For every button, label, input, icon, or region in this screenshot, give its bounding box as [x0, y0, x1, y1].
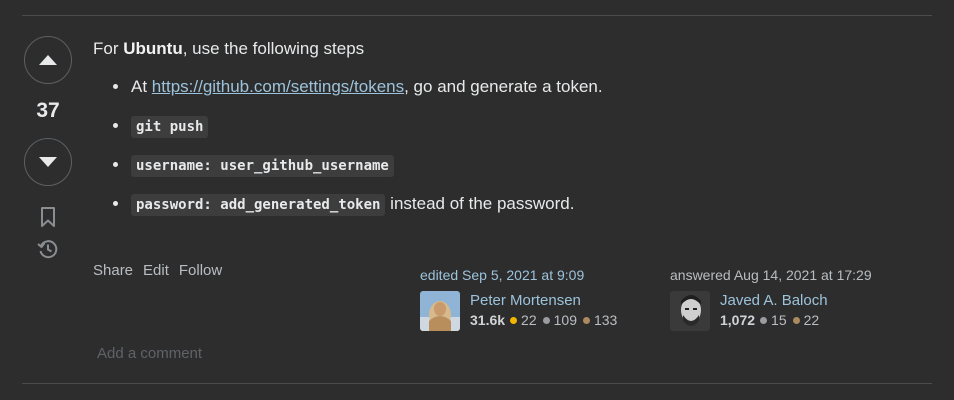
bronze-badge-icon [792, 316, 800, 324]
author-avatar-image [670, 291, 710, 331]
intro-prefix: For [93, 39, 124, 58]
post-menu: Share Edit Follow [93, 262, 222, 279]
reputation-score: 31.6k [470, 312, 506, 328]
top-divider [22, 15, 932, 16]
tokens-link[interactable]: https://github.com/settings/tokens [152, 77, 404, 96]
share-link[interactable]: Share [93, 262, 133, 279]
triangle-up-icon [39, 55, 57, 65]
bronze-badge: 22 [792, 312, 820, 328]
avatar[interactable] [420, 291, 460, 331]
step4-suffix: instead of the password. [385, 194, 575, 213]
list-item: username: user_github_username [130, 153, 923, 177]
intro-bold: Ubuntu [123, 39, 183, 58]
author-info: Javed A. Baloch 1,072 15 22 [670, 291, 872, 331]
editor-stats: 31.6k 22 109 133 [470, 312, 623, 328]
follow-link[interactable]: Follow [179, 262, 222, 279]
silver-badge-count: 109 [553, 312, 577, 328]
editor-details: Peter Mortensen 31.6k 22 109 133 [470, 291, 623, 328]
step1-prefix: At [131, 77, 152, 96]
silver-badge: 109 [542, 312, 577, 328]
bookmark-icon [41, 207, 55, 227]
code-username: username: user_github_username [131, 155, 394, 177]
triangle-down-icon [39, 157, 57, 167]
bronze-badge-count: 22 [803, 312, 820, 328]
answer-container: 37 For Ubuntu, use the following steps A… [0, 0, 954, 400]
steps-list: At https://github.com/settings/tokens, g… [93, 75, 923, 216]
silver-badge-count: 15 [771, 312, 787, 328]
editor-name[interactable]: Peter Mortensen [470, 291, 623, 311]
history-button[interactable] [37, 238, 59, 260]
reputation-score: 1,072 [720, 312, 756, 328]
bronze-badge-icon [582, 316, 590, 324]
answer-body: For Ubuntu, use the following steps At h… [93, 38, 923, 231]
list-item: At https://github.com/settings/tokens, g… [130, 75, 923, 98]
author-signature: answered Aug 14, 2021 at 17:29 Javed A. … [670, 265, 872, 331]
author-stats: 1,072 15 22 [720, 312, 828, 328]
editor-info: Peter Mortensen 31.6k 22 109 133 [420, 291, 623, 331]
add-comment-link[interactable]: Add a comment [97, 345, 202, 362]
edited-timestamp[interactable]: edited Sep 5, 2021 at 9:09 [420, 265, 623, 285]
silver-badge-icon [760, 316, 768, 324]
edit-link[interactable]: Edit [143, 262, 169, 279]
history-icon [37, 240, 58, 259]
bottom-divider [22, 383, 932, 384]
bronze-badge-count: 133 [593, 312, 618, 328]
intro-paragraph: For Ubuntu, use the following steps [93, 38, 923, 60]
gold-badge-count: 22 [521, 312, 537, 328]
bookmark-button[interactable] [37, 206, 59, 228]
list-item: password: add_generated_token instead of… [130, 192, 923, 216]
list-item: git push [130, 114, 923, 138]
silver-badge: 15 [760, 312, 787, 328]
downvote-button[interactable] [24, 138, 72, 186]
gold-badge: 22 [510, 312, 537, 328]
editor-signature: edited Sep 5, 2021 at 9:09 Peter Mortens… [420, 265, 623, 331]
avatar[interactable] [670, 291, 710, 331]
code-git-push: git push [131, 116, 209, 138]
vote-score: 37 [36, 99, 60, 122]
intro-suffix: , use the following steps [182, 39, 365, 58]
upvote-button[interactable] [24, 36, 72, 84]
bronze-badge: 133 [582, 312, 618, 328]
editor-avatar-image [420, 291, 460, 331]
gold-badge-icon [510, 316, 518, 324]
step1-suffix: , go and generate a token. [404, 77, 603, 96]
author-details: Javed A. Baloch 1,072 15 22 [720, 291, 828, 328]
code-password: password: add_generated_token [131, 194, 386, 216]
silver-badge-icon [542, 316, 550, 324]
vote-column: 37 [22, 36, 74, 260]
author-name[interactable]: Javed A. Baloch [720, 291, 828, 311]
answered-timestamp: answered Aug 14, 2021 at 17:29 [670, 267, 872, 283]
